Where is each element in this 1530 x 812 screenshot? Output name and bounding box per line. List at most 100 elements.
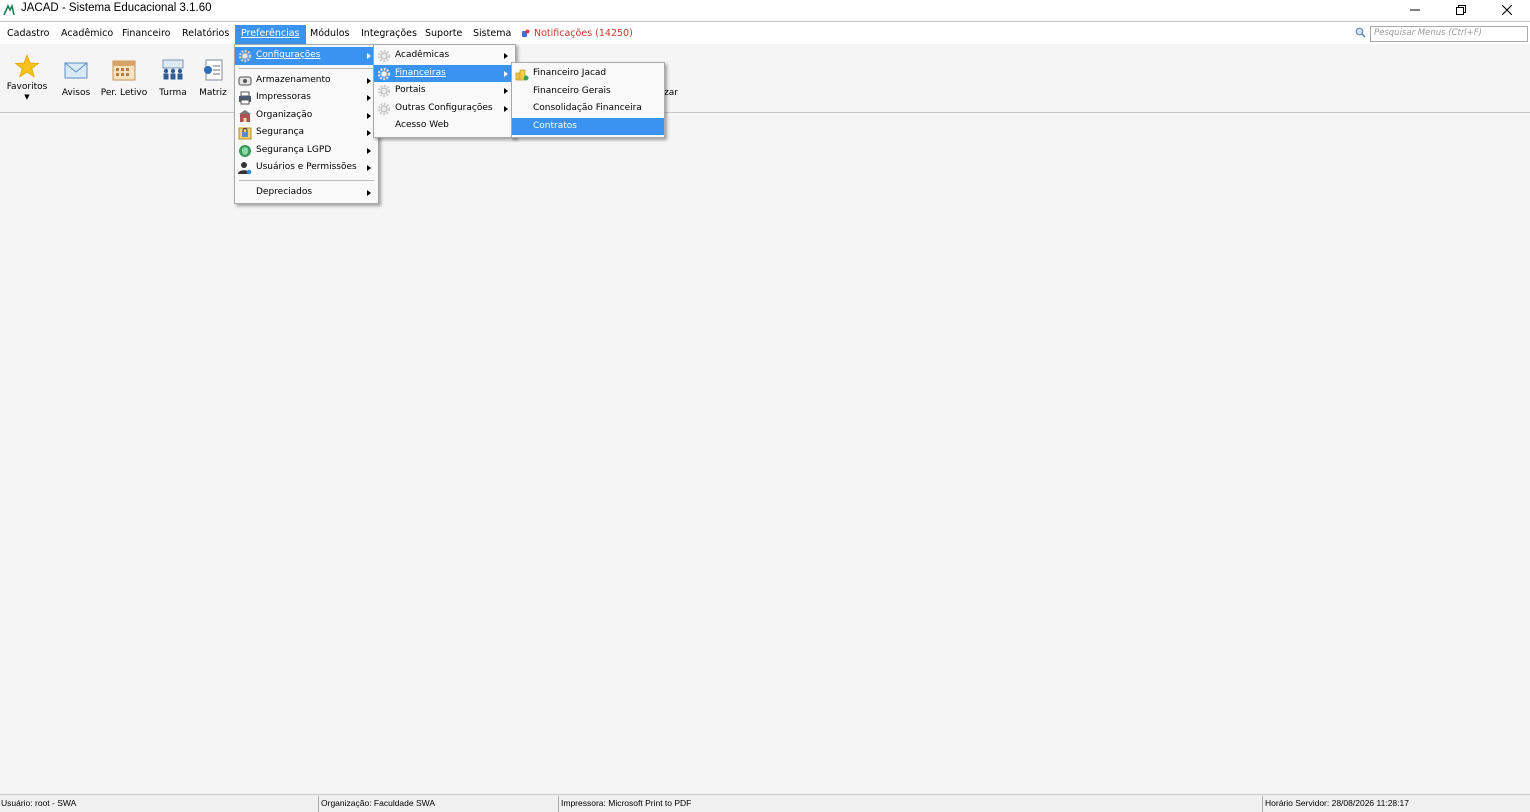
submenu-arrow-icon (504, 53, 508, 59)
menu-financeiras-label: Financeiras (395, 67, 446, 78)
gear-icon (377, 49, 391, 63)
submenu-arrow-icon (504, 70, 508, 77)
close-button[interactable] (1484, 0, 1530, 20)
jacad-logo-icon (3, 4, 15, 16)
envelope-icon (64, 62, 88, 79)
menu-financeiras[interactable]: Financeiras (374, 64, 515, 82)
menu-suporte[interactable]: Suporte (420, 25, 467, 45)
status-server-time: Horário Servidor: 28/08/2026 11:28:17 (1265, 798, 1409, 808)
lock-icon (238, 127, 252, 140)
menu-academico[interactable]: Acadêmico (56, 25, 118, 45)
status-divider (558, 796, 559, 812)
notifications-label: Notificações (14250) (534, 28, 633, 39)
submenu-arrow-icon (367, 165, 371, 171)
submenu-arrow-icon (367, 189, 371, 196)
submenu-arrow-icon (367, 53, 371, 59)
toolbar-turma[interactable]: Turma (156, 45, 190, 109)
submenu-arrow-icon (504, 88, 508, 94)
gear-icon (377, 84, 391, 98)
minimize-button[interactable] (1392, 0, 1438, 20)
menu-financeiro-gerais-label: Financeiro Gerais (533, 85, 611, 96)
menu-outras-configuracoes[interactable]: Outras Configurações (374, 100, 515, 118)
status-bar: Usuário: root - SWA Organização: Faculda… (0, 794, 1530, 812)
menu-cadastro[interactable]: Cadastro (2, 25, 55, 45)
configuracoes-submenu: Acadêmicas Financeiras Portais Outras Co… (373, 44, 516, 138)
star-icon (14, 53, 40, 78)
submenu-arrow-icon (367, 95, 371, 101)
search-menus-input[interactable]: Pesquisar Menus (Ctrl+F) (1370, 26, 1528, 42)
toolbar-per-letivo[interactable]: Per. Letivo (100, 45, 148, 109)
menu-impressoras-label: Impressoras (256, 92, 311, 102)
menu-contratos-label: Contratos (533, 120, 577, 131)
notification-bell-icon (522, 29, 530, 37)
close-icon (1502, 5, 1512, 15)
title-bar: JACAD - Sistema Educacional 3.1.60 (0, 0, 1530, 20)
menu-seguranca-label: Segurança (256, 127, 305, 137)
toolbar-partial-label[interactable]: zar (664, 88, 678, 98)
menu-preferencias[interactable]: Preferências (235, 25, 306, 45)
restore-button[interactable] (1438, 0, 1484, 20)
financeiras-submenu: Financeiro Jacad Financeiro Gerais Conso… (511, 62, 665, 138)
menu-relatorios[interactable]: Relatórios (177, 25, 234, 45)
shield-icon (239, 144, 251, 157)
toolbar-favoritos[interactable]: Favoritos ▼ (6, 45, 48, 109)
menu-depreciados-label: Depreciados (256, 186, 313, 197)
toolbar-favoritos-label: Favoritos (6, 82, 48, 92)
menu-acesso-web[interactable]: Acesso Web (374, 117, 515, 135)
database-icon (238, 76, 252, 85)
window-title: JACAD - Sistema Educacional 3.1.60 (21, 2, 212, 14)
status-divider (318, 796, 319, 812)
menu-armazenamento[interactable]: Armazenamento (235, 72, 378, 90)
gear-icon (377, 67, 391, 80)
menu-separator (239, 179, 374, 181)
search-icon (1355, 27, 1366, 38)
toolbar-matriz[interactable]: Matriz (196, 45, 230, 109)
menu-financeiro[interactable]: Financeiro (117, 25, 176, 45)
menu-seguranca-lgpd-label: Segurança LGPD (256, 144, 332, 155)
menu-financeiro-jacad[interactable]: Financeiro Jacad (512, 65, 664, 83)
menu-financeiro-jacad-label: Financeiro Jacad (533, 68, 607, 78)
submenu-arrow-icon (504, 105, 508, 112)
menu-financeiro-gerais[interactable]: Financeiro Gerais (512, 83, 664, 101)
coins-icon (515, 69, 529, 81)
menu-seguranca[interactable]: Segurança (235, 124, 378, 142)
menu-outras-configuracoes-label: Outras Configurações (395, 102, 493, 113)
preferencias-menu: Configurações Armazenamento Impressoras … (234, 44, 379, 204)
menu-acesso-web-label: Acesso Web (395, 120, 449, 130)
printer-icon (239, 91, 251, 105)
menu-academicas[interactable]: Acadêmicas (374, 47, 515, 65)
restore-icon (1456, 5, 1466, 15)
document-list-icon (204, 59, 223, 81)
status-divider (1262, 796, 1263, 812)
menu-seguranca-lgpd[interactable]: Segurança LGPD (235, 142, 378, 160)
menu-organizacao[interactable]: Organização (235, 107, 378, 125)
toolbar-avisos[interactable]: Avisos (59, 45, 93, 109)
menu-portais[interactable]: Portais (374, 82, 515, 100)
submenu-arrow-icon (367, 147, 371, 154)
notifications-button[interactable]: Notificações (14250) (516, 25, 638, 45)
toolbar-matriz-label: Matriz (199, 88, 227, 98)
calendar-icon (112, 60, 136, 81)
menu-preferencias-label: Preferências (241, 28, 300, 39)
menu-configuracoes[interactable]: Configurações (235, 47, 378, 65)
menu-usuarios-permissoes[interactable]: Usuários e Permissões (235, 159, 378, 177)
menu-usuarios-permissoes-label: Usuários e Permissões (256, 162, 357, 172)
user-key-icon (238, 162, 252, 175)
menu-consolidacao-financeira[interactable]: Consolidação Financeira (512, 100, 664, 118)
toolbar-avisos-label: Avisos (61, 88, 91, 98)
menu-depreciados[interactable]: Depreciados (235, 184, 378, 202)
group-icon (162, 59, 184, 80)
menu-academicas-label: Acadêmicas (395, 50, 450, 60)
menu-modulos[interactable]: Módulos (305, 25, 354, 45)
menu-consolidacao-financeira-label: Consolidação Financeira (533, 103, 642, 113)
gear-icon (238, 49, 252, 63)
status-organization: Organização: Faculdade SWA (321, 798, 436, 808)
menu-sistema[interactable]: Sistema (468, 25, 516, 45)
menu-impressoras[interactable]: Impressoras (235, 89, 378, 107)
menu-bar: Cadastro Acadêmico Financeiro Relatórios… (0, 21, 1530, 45)
toolbar-per-letivo-label: Per. Letivo (100, 88, 148, 98)
menu-integracoes[interactable]: Integrações (356, 25, 422, 45)
gear-icon (377, 102, 391, 115)
menu-separator (239, 67, 374, 69)
menu-contratos[interactable]: Contratos (512, 117, 664, 135)
